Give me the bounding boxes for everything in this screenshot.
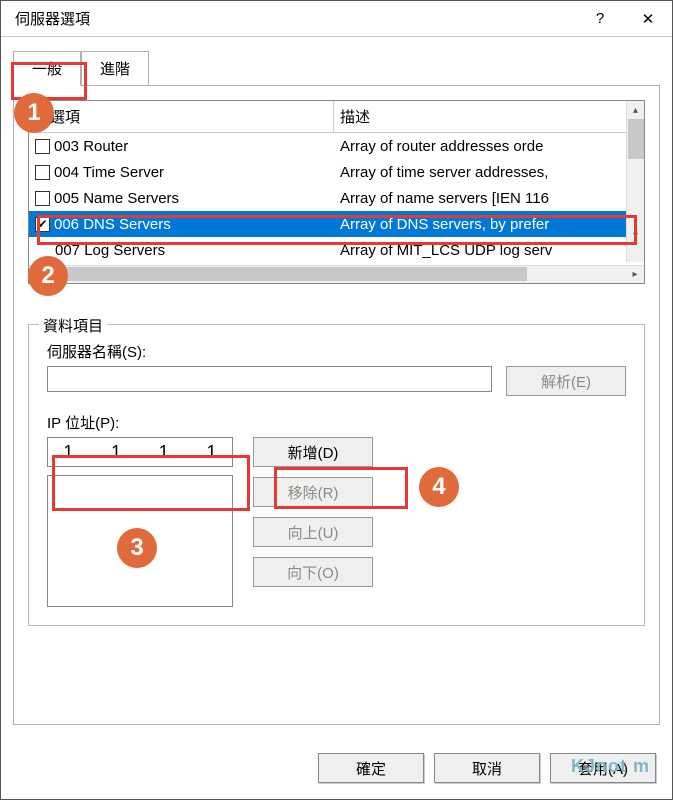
scroll-left-icon[interactable]: ◂: [29, 266, 47, 283]
option-code: 007 Log Servers: [55, 242, 165, 259]
scroll-right-icon[interactable]: ▸: [626, 266, 644, 283]
tab-general[interactable]: 一般: [13, 51, 81, 86]
remove-button: 移除(R): [253, 477, 373, 507]
option-code: 005 Name Servers: [54, 190, 179, 207]
option-desc: Array of DNS servers, by prefer: [334, 216, 644, 233]
list-item[interactable]: 005 Name Servers Array of name servers […: [29, 185, 644, 211]
move-up-button: 向上(U): [253, 517, 373, 547]
fieldset-legend: 資料項目: [39, 315, 107, 336]
scroll-thumb[interactable]: [47, 267, 527, 281]
ip-address-label: IP 位址(P):: [47, 412, 626, 433]
ip-octet[interactable]: 1: [96, 442, 136, 463]
window-title: 伺服器選項: [15, 8, 90, 29]
list-item[interactable]: 004 Time Server Array of time server add…: [29, 159, 644, 185]
ip-octet[interactable]: 1: [144, 442, 184, 463]
ip-octet[interactable]: 1: [48, 442, 88, 463]
close-button[interactable]: ✕: [624, 1, 672, 36]
add-button[interactable]: 新增(D): [253, 437, 373, 467]
option-desc: Array of MIT_LCS UDP log serv: [334, 242, 644, 259]
ip-listbox[interactable]: [47, 475, 233, 607]
checkbox-checked-icon[interactable]: ✔: [35, 217, 50, 232]
vertical-scrollbar[interactable]: ▴ ▾: [626, 101, 644, 262]
help-button[interactable]: ?: [576, 1, 624, 36]
checkbox-icon[interactable]: [35, 139, 50, 154]
data-entry-fieldset: 資料項目 伺服器名稱(S): 解析(E) IP 位址(P): 1. 1. 1. …: [28, 324, 645, 626]
options-list: 用選項 描述 003 Router Array of router addres…: [28, 100, 645, 284]
option-desc: Array of name servers [IEN 116: [334, 190, 644, 207]
col-header-desc[interactable]: 描述: [334, 101, 644, 132]
option-code: 003 Router: [54, 138, 128, 155]
option-desc: Array of router addresses orde: [334, 138, 644, 155]
option-desc: Array of time server addresses,: [334, 164, 644, 181]
list-item-selected[interactable]: ✔ 006 DNS Servers Array of DNS servers, b…: [29, 211, 644, 237]
option-code: 004 Time Server: [54, 164, 164, 181]
list-item[interactable]: 007 Log Servers Array of MIT_LCS UDP log…: [29, 237, 644, 263]
cancel-button[interactable]: 取消: [434, 753, 540, 783]
watermark: KJnot m: [571, 756, 650, 777]
checkbox-icon[interactable]: [35, 191, 50, 206]
scroll-up-icon[interactable]: ▴: [627, 101, 644, 119]
ip-octet[interactable]: 1: [191, 442, 231, 463]
server-name-input[interactable]: [47, 366, 492, 392]
ip-address-input[interactable]: 1. 1. 1. 1: [47, 437, 233, 467]
tab-advanced[interactable]: 進階: [81, 51, 149, 86]
horizontal-scrollbar[interactable]: ◂ ▸: [29, 265, 644, 283]
tabs: 一般 進階: [13, 51, 660, 86]
list-item[interactable]: 003 Router Array of router addresses ord…: [29, 133, 644, 159]
scroll-thumb[interactable]: [628, 119, 644, 159]
resolve-button: 解析(E): [506, 366, 626, 396]
tab-pane: 用選項 描述 003 Router Array of router addres…: [13, 85, 660, 725]
ok-button[interactable]: 確定: [318, 753, 424, 783]
move-down-button: 向下(O): [253, 557, 373, 587]
titlebar: 伺服器選項 ? ✕: [1, 1, 672, 37]
scroll-down-icon[interactable]: ▾: [627, 226, 644, 244]
checkbox-icon[interactable]: [35, 165, 50, 180]
option-code: 006 DNS Servers: [54, 216, 171, 233]
col-header-option[interactable]: 用選項: [29, 101, 334, 132]
server-name-label: 伺服器名稱(S):: [47, 341, 626, 362]
